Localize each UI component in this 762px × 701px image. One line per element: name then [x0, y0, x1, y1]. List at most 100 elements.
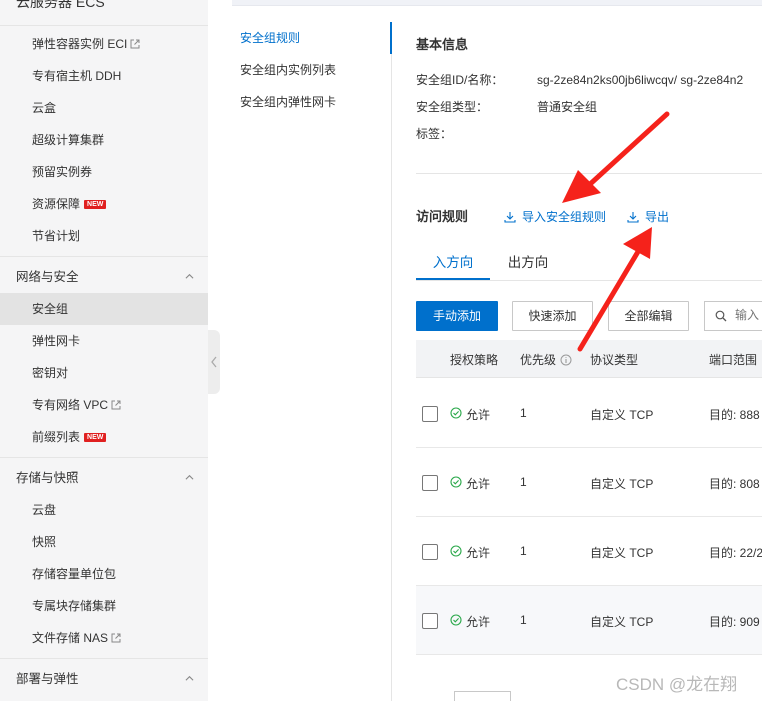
search-icon [715, 310, 727, 322]
sidebar-group-title: 存储与快照 [16, 471, 79, 485]
sidebar-item[interactable]: 安全组 [0, 293, 208, 325]
divider [0, 658, 208, 659]
sidebar-item[interactable]: 弹性容器实例 ECI [0, 28, 208, 60]
column-header-policy[interactable]: 授权策略 [450, 351, 498, 368]
sidebar-item[interactable]: 超级计算集群 [0, 124, 208, 156]
sidebar-item[interactable]: 专属块存储集群 [0, 590, 208, 622]
new-badge: NEW [84, 200, 107, 209]
sidebar-item-label: 节省计划 [32, 229, 81, 243]
sidebar-item[interactable]: 存储容量单位包 [0, 558, 208, 590]
sidebar-item[interactable]: 预留实例券 [0, 156, 208, 188]
row-checkbox[interactable] [422, 613, 438, 629]
tabs-divider [416, 280, 762, 281]
check-circle-icon [450, 476, 462, 488]
policy-cell: 允许 [466, 477, 491, 491]
info-icon[interactable] [560, 354, 572, 366]
column-header-port[interactable]: 端口范围 [709, 351, 757, 368]
sidebar-item-label: 存储容量单位包 [32, 567, 117, 581]
subnav-item-instances[interactable]: 安全组内实例列表 [232, 54, 391, 86]
info-label: 安全组ID/名称： [416, 73, 504, 87]
check-circle-icon [450, 407, 462, 419]
new-badge: NEW [84, 433, 107, 442]
protocol-cell: 自定义 TCP [590, 477, 654, 491]
export-icon [627, 212, 639, 223]
sidebar-item[interactable]: 前缀列表 NEW [0, 421, 208, 453]
sidebar-item[interactable]: 云盘 [0, 494, 208, 526]
sidebar-item[interactable]: 弹性网卡 [0, 325, 208, 357]
chevron-up-icon [185, 474, 194, 480]
priority-cell: 1 [520, 475, 527, 489]
sidebar-item-label: 文件存储 NAS [32, 631, 109, 645]
sidebar-item-label: 专有网络 VPC [32, 398, 109, 412]
rules-table-header: 授权策略 优先级 协议类型 端口范围 [416, 340, 762, 378]
manual-add-button[interactable]: 手动添加 [416, 301, 498, 331]
export-rules-button[interactable]: 导出 [627, 208, 669, 225]
import-rules-button[interactable]: 导入安全组规则 [504, 208, 606, 225]
divider [0, 256, 208, 257]
sidebar-group-title: 网络与安全 [16, 270, 79, 284]
column-header-protocol[interactable]: 协议类型 [590, 351, 638, 368]
sidebar-group-header[interactable]: 网络与安全 [0, 261, 208, 293]
sidebar-item[interactable]: 文件存储 NAS [0, 622, 208, 654]
table-row[interactable]: 允许 1 自定义 TCP 目的: 909 [416, 586, 762, 655]
sidebar-item[interactable]: 专有网络 VPC [0, 389, 208, 421]
sidebar-item-label: 超级计算集群 [32, 133, 105, 147]
priority-cell: 1 [520, 613, 527, 627]
subnav-item-enis[interactable]: 安全组内弹性网卡 [232, 86, 391, 118]
row-checkbox[interactable] [422, 544, 438, 560]
sidebar-item-label: 专属块存储集群 [32, 599, 117, 613]
watermark-text: CSDN @龙在翔 [616, 675, 738, 694]
tab-inbound[interactable]: 入方向 [416, 246, 490, 280]
rule-search-box[interactable] [704, 301, 762, 331]
priority-cell: 1 [520, 544, 527, 558]
subnav-item-label: 安全组内实例列表 [240, 63, 337, 77]
info-label: 标签： [416, 127, 453, 141]
row-checkbox[interactable] [422, 475, 438, 491]
sidebar-product-header[interactable]: 云服务器 ECS [0, 0, 208, 26]
sidebar-collapse-handle[interactable] [208, 330, 220, 394]
protocol-cell: 自定义 TCP [590, 615, 654, 629]
sidebar-item-label: 专有宿主机 DDH [32, 69, 122, 83]
table-row[interactable]: 允许 1 自定义 TCP 目的: 22/2 [416, 517, 762, 586]
tab-outbound[interactable]: 出方向 [490, 246, 566, 280]
table-row[interactable]: 允许 1 自定义 TCP 目的: 888 [416, 379, 762, 448]
import-icon [504, 212, 516, 223]
check-circle-icon [450, 545, 462, 557]
sidebar-group-header[interactable]: 部署与弹性 [0, 663, 208, 695]
info-row-type: 安全组类型： 普通安全组 [416, 98, 597, 115]
sidebar-item-label: 资源保障 [32, 197, 81, 211]
sidebar-menu: 弹性容器实例 ECI 专有宿主机 DDH 云盒 超级计算集群 预留实例券 资源保障 NEW 节… [0, 26, 208, 695]
table-row[interactable]: 允许 1 自定义 TCP 目的: 808 [416, 448, 762, 517]
policy-cell: 允许 [466, 408, 491, 422]
chevron-up-icon [185, 273, 194, 279]
quick-add-button[interactable]: 快速添加 [512, 301, 593, 331]
divider [0, 25, 208, 26]
active-indicator [390, 22, 392, 54]
sidebar-item[interactable]: 快照 [0, 526, 208, 558]
external-link-icon [130, 39, 140, 49]
subnav-item-rules[interactable]: 安全组规则 [232, 22, 392, 54]
pagination-input[interactable] [454, 691, 511, 701]
sidebar-item-label: 前缀列表 [32, 430, 81, 444]
port-cell: 目的: 909 [709, 615, 760, 629]
protocol-cell: 自定义 TCP [590, 408, 654, 422]
column-header-priority[interactable]: 优先级 [520, 351, 572, 368]
sidebar-group-title: 部署与弹性 [16, 672, 79, 686]
protocol-cell: 自定义 TCP [590, 546, 654, 560]
sidebar-item[interactable]: 资源保障 NEW [0, 188, 208, 220]
sidebar-item[interactable]: 专有宿主机 DDH [0, 60, 208, 92]
edit-all-button[interactable]: 全部编辑 [608, 301, 689, 331]
port-cell: 目的: 808 [709, 477, 760, 491]
policy-cell: 允许 [466, 546, 491, 560]
row-checkbox[interactable] [422, 406, 438, 422]
left-sidebar: 云服务器 ECS 弹性容器实例 ECI 专有宿主机 DDH 云盒超级计算集群 预留实例… [0, 0, 208, 701]
sidebar-item-label: 预留实例券 [32, 165, 93, 179]
sidebar-item[interactable]: 节省计划 [0, 220, 208, 252]
chevron-up-icon [185, 675, 194, 681]
divider [0, 457, 208, 458]
external-link-icon [111, 633, 121, 643]
sidebar-group-header[interactable]: 存储与快照 [0, 462, 208, 494]
rule-search-input[interactable] [735, 308, 762, 322]
sidebar-item[interactable]: 密钥对 [0, 357, 208, 389]
sidebar-item[interactable]: 云盒 [0, 92, 208, 124]
